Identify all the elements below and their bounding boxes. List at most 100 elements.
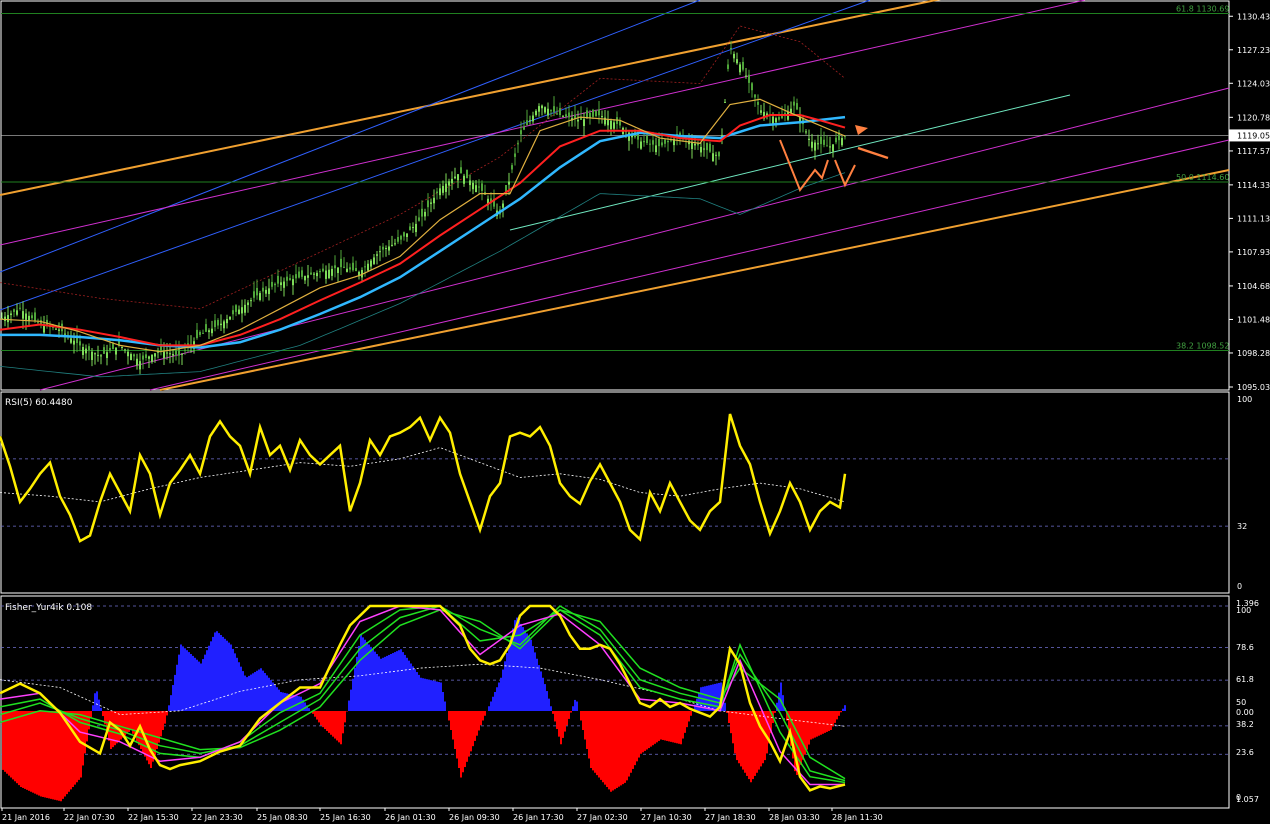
candle bbox=[799, 107, 801, 133]
fisher-bar bbox=[376, 654, 378, 711]
candle-body bbox=[151, 354, 153, 362]
candle bbox=[796, 98, 798, 111]
fisher-bar bbox=[172, 685, 174, 711]
fib-label-1: 50.0 1114.60 bbox=[1176, 173, 1229, 182]
candle bbox=[265, 286, 267, 298]
fisher-bar bbox=[24, 711, 26, 789]
candle-body bbox=[286, 276, 288, 281]
fisher-bar bbox=[622, 711, 624, 785]
candle bbox=[241, 299, 243, 323]
candle bbox=[697, 140, 699, 151]
price-tick-label: 1120.78 bbox=[1237, 113, 1270, 122]
fisher-bar bbox=[738, 711, 740, 764]
rsi-signal-line bbox=[0, 447, 846, 503]
fisher-bar bbox=[50, 711, 52, 799]
candle bbox=[538, 103, 540, 117]
fisher-tick-label: 0 bbox=[1236, 793, 1241, 802]
fisher-bar bbox=[394, 652, 396, 711]
fisher-bar bbox=[468, 711, 470, 757]
candle bbox=[280, 276, 282, 292]
candle bbox=[196, 322, 198, 340]
fisher-bar bbox=[834, 711, 836, 723]
candle-body bbox=[148, 356, 150, 359]
time-tick-label: 27 Jan 10:30 bbox=[641, 813, 692, 822]
fisher-bar bbox=[740, 711, 742, 767]
fisher-bar bbox=[12, 711, 14, 780]
candle-body bbox=[139, 361, 141, 370]
rsi-panel[interactable]: 100 32 0 bbox=[0, 391, 1252, 594]
candle-body bbox=[16, 310, 18, 315]
fisher-bar bbox=[96, 691, 98, 711]
candle-body bbox=[664, 139, 666, 144]
fisher-bar bbox=[46, 711, 48, 798]
candle bbox=[298, 266, 300, 279]
candle-body bbox=[337, 267, 339, 273]
candle bbox=[706, 142, 708, 159]
fisher-panel[interactable]: 1.39610078.661.8500.0038.223.61.0570 bbox=[0, 595, 1259, 809]
fisher-bar bbox=[198, 661, 200, 711]
fisher-bar bbox=[676, 711, 678, 744]
candle bbox=[841, 135, 843, 147]
fisher-bar bbox=[642, 711, 644, 753]
fisher-bar bbox=[360, 635, 362, 711]
candle-body bbox=[619, 121, 621, 126]
fisher-bar bbox=[458, 711, 460, 768]
candle-body bbox=[307, 275, 309, 278]
fisher-bar bbox=[308, 708, 310, 711]
fisher-bar bbox=[366, 642, 368, 711]
candle-body bbox=[520, 130, 522, 135]
fisher-bar bbox=[186, 650, 188, 711]
fisher-bar bbox=[454, 711, 456, 749]
candle bbox=[778, 111, 780, 122]
candle-body bbox=[433, 197, 435, 204]
candle-body bbox=[448, 181, 450, 186]
fisher-bar bbox=[228, 642, 230, 711]
fisher-bar bbox=[710, 684, 712, 711]
candle-body bbox=[805, 131, 807, 133]
fisher-bar bbox=[332, 711, 334, 737]
fisher-bar bbox=[448, 711, 450, 721]
candle bbox=[391, 235, 393, 247]
candle-body bbox=[418, 217, 420, 221]
candle-body bbox=[526, 120, 528, 125]
fisher-bar bbox=[192, 655, 194, 711]
fisher-bar bbox=[568, 711, 570, 719]
candle-body bbox=[280, 282, 282, 286]
fisher-bar bbox=[418, 674, 420, 711]
fisher-bar bbox=[278, 689, 280, 711]
fisher-bar bbox=[736, 711, 738, 761]
candle bbox=[244, 299, 246, 316]
price-panel[interactable]: 61.8 1130.69 50.0 1114.60 38.2 1098.52 1130… bbox=[0, 0, 1270, 392]
rsi-line bbox=[0, 413, 847, 543]
fisher-bar bbox=[588, 711, 590, 759]
fisher-bar bbox=[552, 711, 554, 714]
candle bbox=[583, 112, 585, 137]
candle bbox=[544, 106, 546, 115]
fisher-bar bbox=[744, 711, 746, 773]
fisher-bar bbox=[428, 679, 430, 711]
fisher-bar bbox=[202, 659, 204, 711]
candle bbox=[832, 144, 834, 158]
fisher-bar bbox=[170, 695, 172, 711]
candle bbox=[160, 338, 162, 356]
candle bbox=[466, 169, 468, 179]
candle-body bbox=[274, 283, 276, 286]
candle-body bbox=[475, 185, 477, 193]
candle bbox=[703, 138, 705, 157]
fisher-bar bbox=[760, 711, 762, 767]
fisher-bar bbox=[182, 646, 184, 711]
candle bbox=[130, 352, 132, 361]
fisher-bar bbox=[396, 651, 398, 711]
candle-body bbox=[322, 268, 324, 272]
candle bbox=[220, 314, 222, 332]
fisher-bar bbox=[226, 640, 228, 711]
candle-body bbox=[535, 110, 537, 116]
candle-body bbox=[466, 169, 468, 179]
candle bbox=[370, 259, 372, 271]
candle bbox=[514, 147, 516, 166]
candle-body bbox=[511, 165, 513, 170]
candle-body bbox=[502, 203, 504, 208]
candle bbox=[739, 62, 741, 76]
candle bbox=[325, 265, 327, 284]
fisher-bar bbox=[368, 644, 370, 711]
